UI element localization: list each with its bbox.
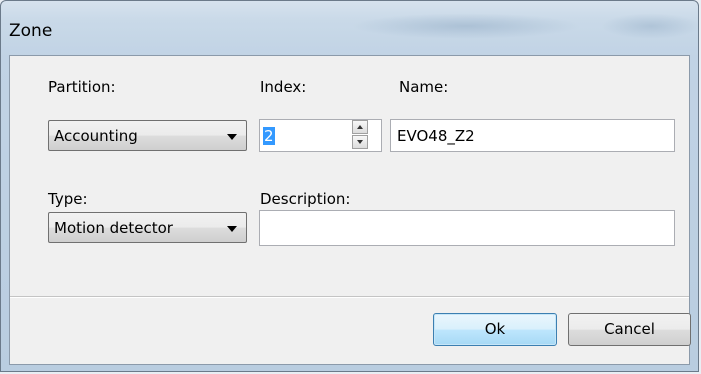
divider [10,296,689,298]
type-label: Type: [48,190,88,208]
spin-down-button[interactable] [352,135,368,149]
description-label: Description: [260,190,351,208]
title-bar-glass [601,13,698,39]
title-bar-glass [351,13,581,39]
title-bar[interactable]: Zone [1,1,698,55]
window-title: Zone [9,21,53,41]
name-label: Name: [399,78,449,96]
ok-button[interactable]: Ok [433,313,557,346]
description-field[interactable] [259,210,675,246]
name-field[interactable]: EVO48_Z2 [390,119,675,152]
index-spinner [352,120,368,150]
zone-dialog: Zone Partition: Accounting Index: 2 Name… [0,0,699,372]
partition-value: Accounting [54,127,138,145]
partition-select[interactable]: Accounting [48,120,247,151]
partition-label: Partition: [48,78,116,96]
index-value: 2 [263,127,275,145]
index-label: Index: [260,78,307,96]
type-value: Motion detector [54,219,173,237]
type-select[interactable]: Motion detector [48,212,247,243]
spin-up-button[interactable] [352,120,368,134]
spin-down-icon [357,140,363,144]
chevron-down-icon [227,134,237,140]
dialog-client-area: Partition: Accounting Index: 2 Name: EVO… [9,55,691,365]
chevron-down-icon [227,226,237,232]
spin-up-icon [357,125,363,129]
cancel-button[interactable]: Cancel [568,313,691,346]
name-value: EVO48_Z2 [397,127,475,145]
